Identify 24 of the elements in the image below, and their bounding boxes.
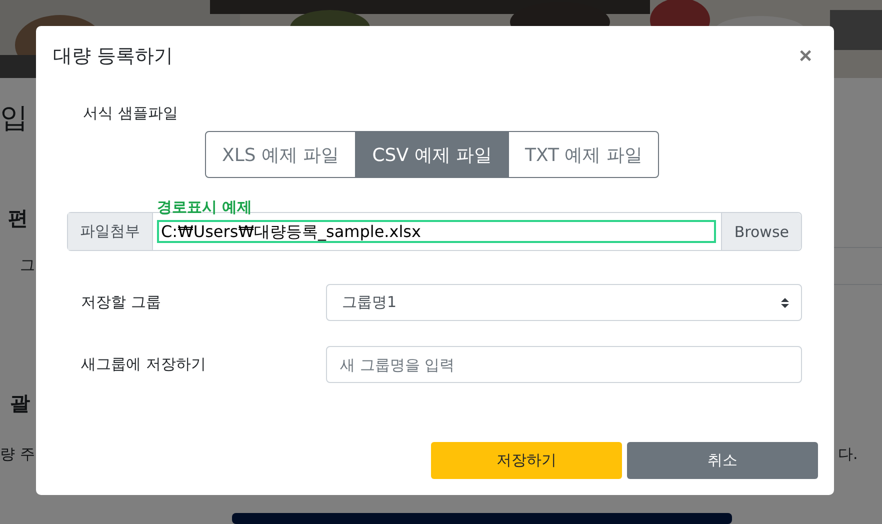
cancel-button[interactable]: 취소: [627, 442, 818, 479]
page-text: 다.: [838, 447, 858, 462]
file-path-field[interactable]: C:₩Users₩대량등록_sample.xlsx: [157, 220, 716, 243]
sample-file-tab[interactable]: CSV 예제 파일: [355, 131, 509, 178]
page-text: 편: [8, 208, 28, 228]
field-label: 새그룹에 저장하기: [80, 355, 207, 374]
sample-file-tab[interactable]: TXT 예제 파일: [508, 131, 660, 178]
field-label: 저장할 그룹: [80, 293, 162, 312]
page-text: 괄: [10, 393, 30, 413]
browse-button[interactable]: Browse: [721, 213, 801, 250]
save-button[interactable]: 저장하기: [431, 442, 622, 479]
sample-file-tab[interactable]: XLS 예제 파일: [205, 131, 356, 178]
file-attach-label: 파일첨부: [68, 213, 153, 250]
page-text: 량 주: [0, 447, 35, 462]
path-hint: 경로표시 예제: [157, 200, 252, 215]
dialog-title: 대량 등록하기: [53, 44, 174, 69]
group-name-field[interactable]: 새 그룹명을 입력: [326, 346, 802, 383]
section-label: 서식 샘플파일: [83, 104, 178, 123]
page-text: 그: [20, 258, 35, 273]
sort-caret-icon: [781, 296, 789, 308]
page-text: 입: [0, 104, 28, 132]
group-select[interactable]: 그룹명1: [326, 284, 802, 321]
close-button[interactable]: ×: [793, 45, 818, 67]
submit-bar[interactable]: [232, 513, 732, 524]
